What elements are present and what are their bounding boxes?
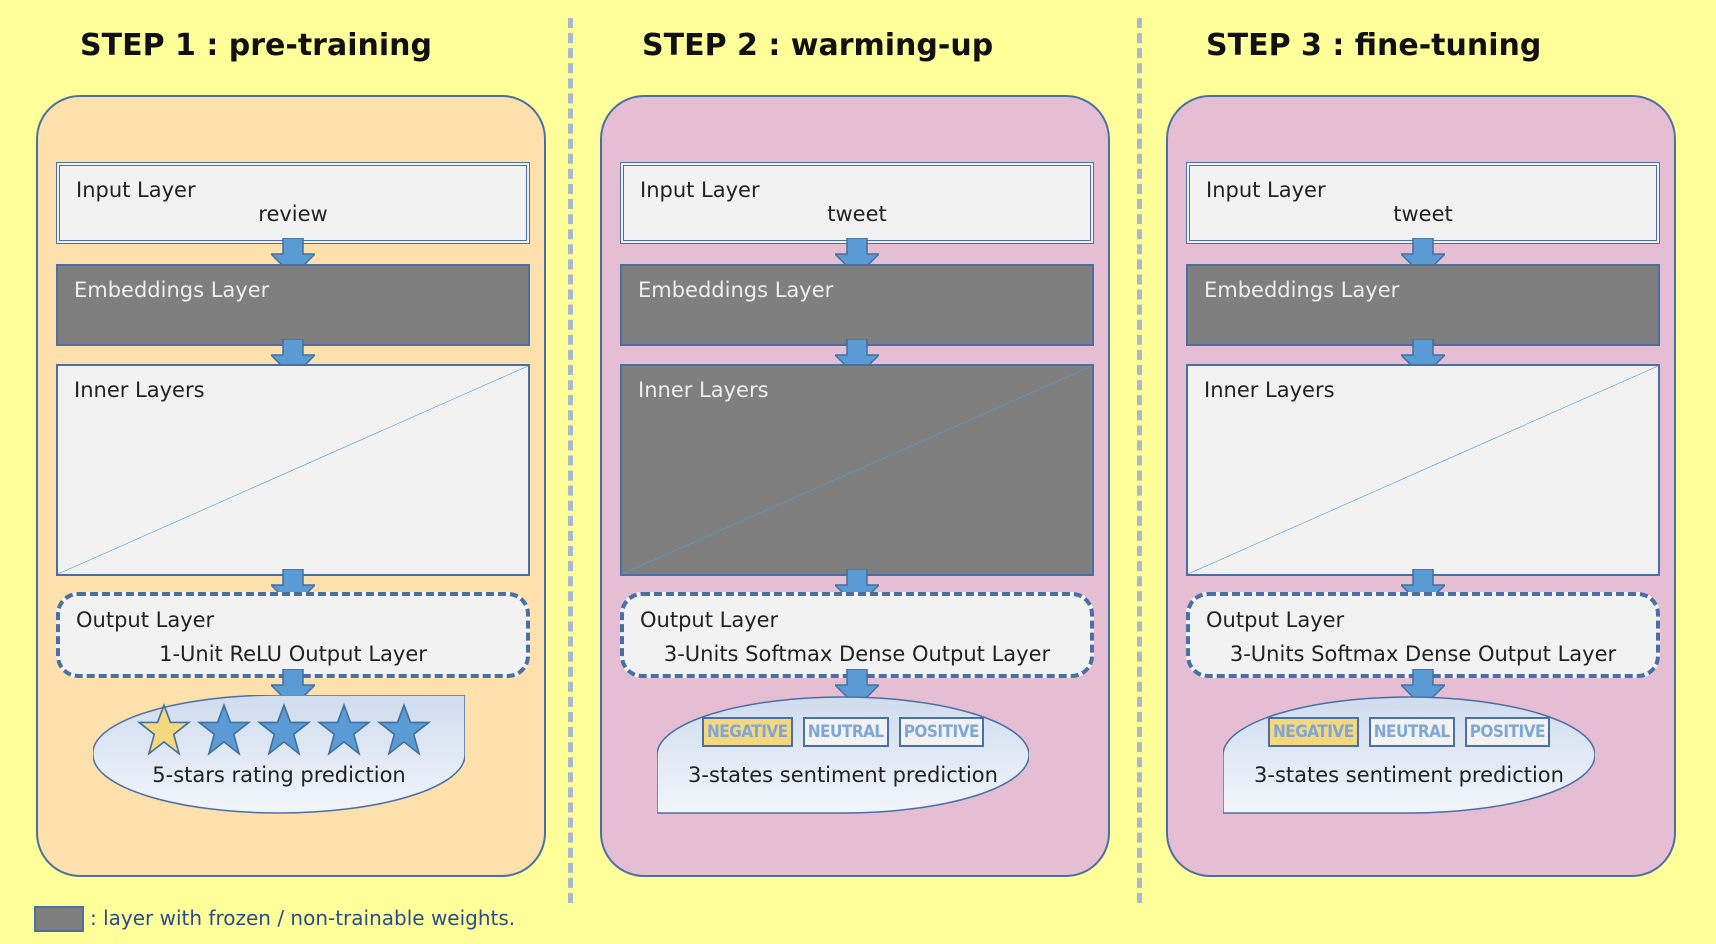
step-1-title: STEP 1 : pre-training xyxy=(80,28,432,63)
tag-positive: POSITIVE xyxy=(1464,717,1551,747)
tag-neutral: NEUTRAL xyxy=(802,717,889,747)
step-1-panel: Input Layer review Embeddings Layer Inne… xyxy=(36,95,546,877)
prediction-shape xyxy=(657,696,1029,814)
step-2-title: STEP 2 : warming-up xyxy=(642,28,994,63)
star-rating xyxy=(137,703,431,757)
tag-negative: NEGATIVE xyxy=(1267,717,1359,747)
input-layer: Input Layer review xyxy=(56,162,530,244)
input-layer-label: Input Layer xyxy=(640,178,760,202)
output-layer-value: 3-Units Softmax Dense Output Layer xyxy=(663,642,1051,666)
output-layer-label: Output Layer xyxy=(640,608,779,632)
embeddings-layer-label: Embeddings Layer xyxy=(638,278,834,302)
inner-layers-label: Inner Layers xyxy=(74,378,205,402)
inner-layers: Inner Layers xyxy=(620,364,1094,576)
output-layer-label: Output Layer xyxy=(76,608,215,632)
star-icon xyxy=(197,703,251,756)
output-layer-label: Output Layer xyxy=(1206,608,1345,632)
divider-2 xyxy=(1137,18,1142,903)
prediction-label: 3-states sentiment prediction xyxy=(1254,763,1564,787)
step-3-title: STEP 3 : fine-tuning xyxy=(1206,28,1542,63)
output-layer-value: 1-Unit ReLU Output Layer xyxy=(159,642,427,666)
tag-positive: POSITIVE xyxy=(898,717,985,747)
frozen-layer-swatch xyxy=(34,906,84,932)
embeddings-layer-label: Embeddings Layer xyxy=(74,278,270,302)
divider-1 xyxy=(568,18,573,903)
prediction-bubble: NEGATIVE NEUTRAL POSITIVE 3-states senti… xyxy=(1223,695,1595,815)
output-layer: Output Layer 1-Unit ReLU Output Layer xyxy=(56,592,530,678)
prediction-shape xyxy=(1223,696,1595,814)
embeddings-layer: Embeddings Layer xyxy=(620,264,1094,346)
embeddings-layer: Embeddings Layer xyxy=(1186,264,1660,346)
input-layer-value: tweet xyxy=(827,202,887,226)
inner-layers-label: Inner Layers xyxy=(1204,378,1335,402)
input-layer-value: review xyxy=(258,202,328,226)
output-layer: Output Layer 3-Units Softmax Dense Outpu… xyxy=(620,592,1094,678)
embeddings-layer: Embeddings Layer xyxy=(56,264,530,346)
prediction-label: 3-states sentiment prediction xyxy=(688,763,998,787)
embeddings-layer-label: Embeddings Layer xyxy=(1204,278,1400,302)
output-layer-value: 3-Units Softmax Dense Output Layer xyxy=(1229,642,1617,666)
step-2-panel: Input Layer tweet Embeddings Layer Inner… xyxy=(600,95,1110,877)
sentiment-tags: NEGATIVE NEUTRAL POSITIVE xyxy=(1223,717,1595,747)
star-icon xyxy=(137,703,191,756)
input-layer-label: Input Layer xyxy=(1206,178,1326,202)
inner-layers: Inner Layers xyxy=(56,364,530,576)
legend-text: : layer with frozen / non-trainable weig… xyxy=(90,906,516,930)
star-icon xyxy=(317,703,371,756)
inner-layers: Inner Layers xyxy=(1186,364,1660,576)
star-icon xyxy=(257,703,311,756)
sentiment-tags: NEGATIVE NEUTRAL POSITIVE xyxy=(657,717,1029,747)
star-icon xyxy=(377,703,431,756)
input-layer: Input Layer tweet xyxy=(1186,162,1660,244)
output-layer: Output Layer 3-Units Softmax Dense Outpu… xyxy=(1186,592,1660,678)
prediction-bubble: NEGATIVE NEUTRAL POSITIVE 3-states senti… xyxy=(657,695,1029,815)
prediction-label: 5-stars rating prediction xyxy=(152,763,406,787)
input-layer-label: Input Layer xyxy=(76,178,196,202)
tag-negative: NEGATIVE xyxy=(701,717,793,747)
step-3-panel: Input Layer tweet Embeddings Layer Inner… xyxy=(1166,95,1676,877)
prediction-bubble: 5-stars rating prediction xyxy=(93,695,465,815)
inner-layers-label: Inner Layers xyxy=(638,378,769,402)
tag-neutral: NEUTRAL xyxy=(1368,717,1455,747)
input-layer-value: tweet xyxy=(1393,202,1453,226)
input-layer: Input Layer tweet xyxy=(620,162,1094,244)
